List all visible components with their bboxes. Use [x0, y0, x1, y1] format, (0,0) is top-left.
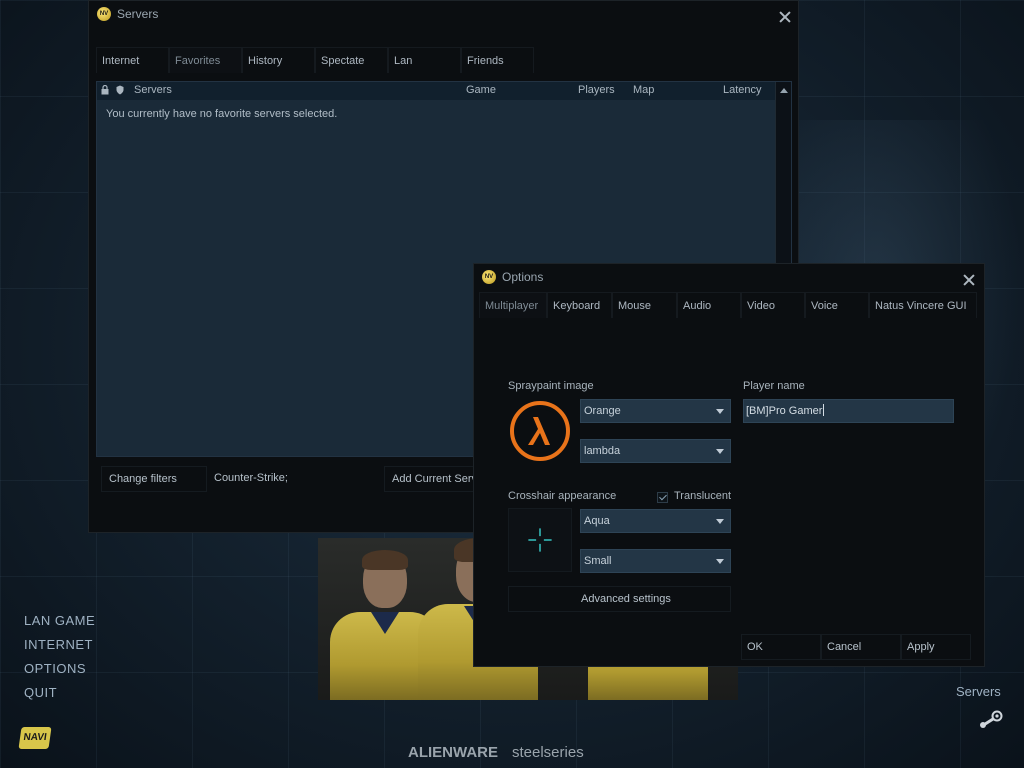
ok-button[interactable]: OK — [741, 634, 821, 660]
menu-internet[interactable]: INTERNET — [24, 636, 95, 660]
crosshair-color-dropdown[interactable]: Aqua — [580, 509, 731, 533]
tab-audio[interactable]: Audio — [677, 292, 741, 318]
crosshair-preview-icon — [508, 508, 572, 572]
apply-button[interactable]: Apply — [901, 634, 971, 660]
crosshair-size-value: Small — [584, 555, 612, 567]
tab-multiplayer[interactable]: Multiplayer — [479, 292, 547, 318]
menu-options[interactable]: OPTIONS — [24, 660, 95, 684]
chevron-down-icon — [716, 559, 724, 564]
navi-app-icon: NV — [97, 7, 111, 21]
add-current-server-button[interactable]: Add Current Serv — [384, 466, 484, 492]
servers-tabs: Internet Favorites History Spectate Lan … — [96, 47, 534, 73]
tab-keyboard[interactable]: Keyboard — [547, 292, 612, 318]
tab-lan[interactable]: Lan — [388, 47, 461, 73]
main-menu: LAN GAME INTERNET OPTIONS QUIT — [24, 612, 95, 708]
menu-lan-game[interactable]: LAN GAME — [24, 612, 95, 636]
spray-color-value: Orange — [584, 405, 621, 417]
navi-logo: NAVI — [18, 727, 52, 749]
text-cursor — [823, 404, 825, 416]
column-servers[interactable]: Servers — [134, 84, 172, 96]
spraypaint-label: Spraypaint image — [508, 380, 594, 392]
chevron-down-icon — [716, 519, 724, 524]
alienware-logo: ALIENWARE — [408, 744, 498, 761]
tab-natus-vincere-gui[interactable]: Natus Vincere GUI — [869, 292, 977, 318]
spray-image-value: lambda — [584, 445, 621, 457]
chevron-down-icon — [716, 409, 724, 414]
menu-quit[interactable]: QUIT — [24, 684, 95, 708]
tab-spectate[interactable]: Spectate — [315, 47, 388, 73]
server-list-header: Servers Game Players Map Latency — [97, 82, 775, 100]
column-map[interactable]: Map — [633, 84, 654, 96]
translucent-checkbox[interactable] — [657, 492, 668, 503]
cancel-button[interactable]: Cancel — [821, 634, 901, 660]
player-name-input[interactable]: [BM]Pro Gamer — [743, 399, 954, 423]
empty-list-message: You currently have no favorite servers s… — [106, 108, 338, 120]
options-dialog: NV Options Multiplayer Keyboard Mouse Au… — [473, 263, 985, 667]
tab-voice[interactable]: Voice — [805, 292, 869, 318]
navi-app-icon: NV — [482, 270, 496, 284]
translucent-label: Translucent — [674, 490, 732, 502]
tab-history[interactable]: History — [242, 47, 315, 73]
options-window-title: NV Options — [482, 270, 543, 284]
column-game[interactable]: Game — [466, 84, 496, 96]
chevron-down-icon — [716, 449, 724, 454]
crosshair-size-dropdown[interactable]: Small — [580, 549, 731, 573]
sponsor-logos: ALIENWARE steelseries — [408, 744, 584, 761]
tab-favorites[interactable]: Favorites — [169, 47, 242, 73]
steelseries-logo: steelseries — [512, 744, 584, 761]
tab-internet[interactable]: Internet — [96, 47, 169, 73]
options-tabs: Multiplayer Keyboard Mouse Audio Video V… — [479, 292, 977, 318]
column-players[interactable]: Players — [578, 84, 615, 96]
options-title-text: Options — [502, 270, 544, 284]
tab-mouse[interactable]: Mouse — [612, 292, 677, 318]
column-latency[interactable]: Latency — [723, 84, 762, 96]
tab-friends[interactable]: Friends — [461, 47, 534, 73]
tab-video[interactable]: Video — [741, 292, 805, 318]
close-icon[interactable] — [962, 273, 976, 287]
crosshair-color-value: Aqua — [584, 515, 610, 527]
spray-color-dropdown[interactable]: Orange — [580, 399, 731, 423]
servers-title-text: Servers — [117, 7, 159, 21]
player-name-value: [BM]Pro Gamer — [746, 405, 823, 417]
scroll-up-icon[interactable] — [780, 88, 788, 93]
steam-icon[interactable] — [978, 710, 1004, 730]
servers-window-title: NV Servers — [97, 7, 158, 21]
lock-icon[interactable] — [101, 85, 109, 95]
advanced-settings-button[interactable]: Advanced settings — [508, 586, 731, 612]
change-filters-button[interactable]: Change filters — [101, 466, 207, 492]
shield-icon[interactable] — [116, 85, 124, 95]
spray-image-dropdown[interactable]: lambda — [580, 439, 731, 463]
player-name-label: Player name — [743, 380, 805, 392]
servers-link[interactable]: Servers — [956, 684, 1001, 699]
lambda-spray-icon — [510, 401, 570, 461]
crosshair-label: Crosshair appearance — [508, 490, 617, 502]
filter-summary: Counter-Strike; — [214, 472, 288, 484]
close-icon[interactable] — [778, 10, 792, 24]
